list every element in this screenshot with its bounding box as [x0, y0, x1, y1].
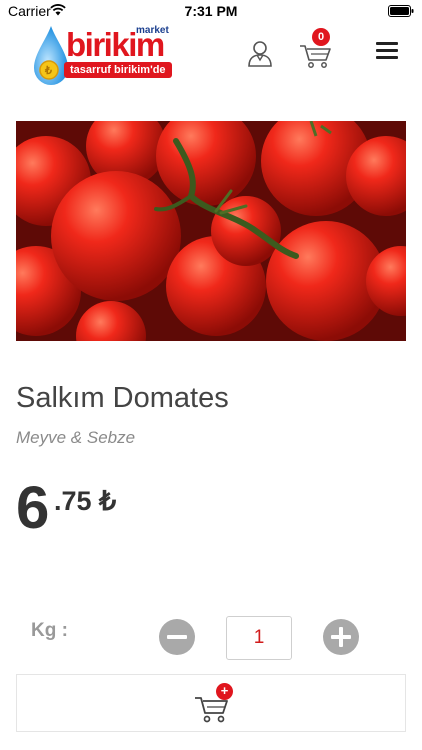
cart-button[interactable]: 0	[298, 28, 334, 70]
price-decimal: .75 ₺	[54, 486, 117, 516]
quantity-input[interactable]	[226, 616, 292, 660]
increase-quantity-button[interactable]	[323, 619, 359, 655]
product-image	[16, 121, 406, 341]
user-account-button[interactable]	[246, 38, 274, 70]
hamburger-icon-line	[376, 49, 398, 52]
menu-button[interactable]	[376, 42, 398, 62]
add-badge: +	[216, 683, 233, 700]
hamburger-icon-line	[376, 56, 398, 59]
product-category: Meyve & Sebze	[16, 428, 136, 447]
app-header: ₺ market birikim tasarruf birikim'de 0	[0, 22, 422, 90]
svg-text:₺: ₺	[44, 65, 52, 77]
battery-icon	[388, 5, 414, 17]
product-name: Salkım Domates	[16, 382, 229, 414]
status-bar: Carrier 7:31 PM	[0, 0, 422, 22]
product-price: 6 .75 ₺	[16, 478, 116, 538]
decrease-quantity-button[interactable]	[159, 619, 195, 655]
price-integer: 6	[16, 474, 50, 541]
water-drop-logo-icon: ₺	[34, 26, 68, 85]
status-time: 7:31 PM	[184, 3, 238, 19]
cart-count-badge: 0	[312, 28, 330, 46]
user-icon	[248, 41, 272, 67]
add-to-cart-button[interactable]: +	[16, 674, 406, 732]
unit-label: Kg :	[31, 620, 68, 641]
tomatoes-photo	[16, 121, 406, 341]
logo-wordmark: birikim	[66, 26, 165, 63]
brand-logo[interactable]: ₺ market birikim tasarruf birikim'de	[32, 22, 184, 90]
hamburger-icon-line	[376, 42, 398, 45]
logo-tagline: tasarruf birikim'de	[64, 62, 172, 78]
